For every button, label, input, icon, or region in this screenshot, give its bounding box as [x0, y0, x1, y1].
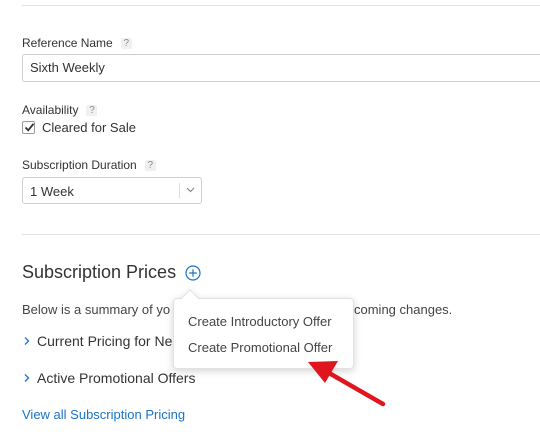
current-pricing-label: Current Pricing for Ne: [37, 333, 173, 349]
duration-label: Subscription Duration ?: [22, 158, 156, 172]
active-promotional-offers-row[interactable]: Active Promotional Offers: [22, 370, 195, 386]
cleared-for-sale-label: Cleared for Sale: [42, 120, 136, 135]
prices-summary-text: Below is a summary of yo: [22, 302, 171, 317]
cleared-for-sale-row[interactable]: Cleared for Sale: [22, 120, 136, 135]
duration-select[interactable]: 1 Week: [22, 177, 202, 204]
current-pricing-row[interactable]: Current Pricing for Ne: [22, 333, 172, 349]
checkmark-icon: [24, 123, 35, 132]
cleared-for-sale-checkbox[interactable]: [22, 121, 35, 134]
add-circle-icon[interactable]: [185, 265, 201, 281]
active-promotional-offers-label: Active Promotional Offers: [37, 370, 196, 386]
duration-label-text: Subscription Duration: [22, 158, 137, 172]
section-divider: [22, 234, 540, 235]
reference-name-input[interactable]: Sixth Weekly: [22, 54, 540, 82]
help-icon[interactable]: ?: [120, 37, 132, 49]
reference-name-label-text: Reference Name: [22, 36, 113, 50]
chevron-down-icon: [186, 187, 195, 193]
reference-name-label: Reference Name ?: [22, 36, 132, 50]
help-icon[interactable]: ?: [86, 104, 98, 116]
chevron-right-icon: [24, 374, 30, 382]
select-separator: [179, 183, 180, 198]
availability-label-text: Availability: [22, 103, 79, 117]
annotation-arrow-icon: [308, 361, 386, 407]
chevron-right-icon: [24, 337, 30, 345]
subscription-prices-title: Subscription Prices: [22, 262, 177, 282]
duration-select-value: 1 Week: [30, 184, 74, 199]
top-divider: [22, 5, 540, 6]
view-all-pricing-link[interactable]: View all Subscription Pricing: [22, 407, 185, 422]
help-icon[interactable]: ?: [144, 159, 156, 171]
availability-label: Availability ?: [22, 103, 98, 117]
create-introductory-offer-item[interactable]: Create Introductory Offer: [188, 314, 332, 329]
prices-summary-text-end: coming changes.: [354, 302, 453, 317]
